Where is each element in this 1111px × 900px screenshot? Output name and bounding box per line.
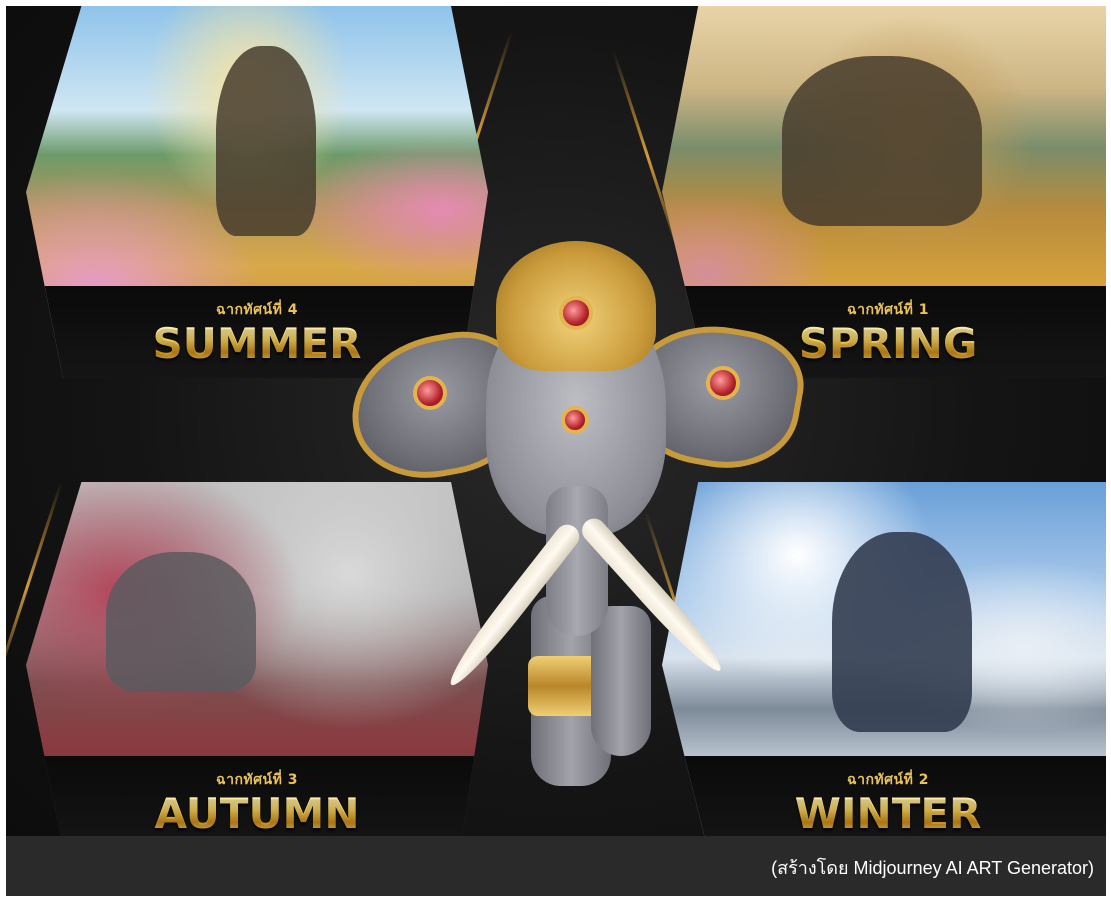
summer-subtitle: ฉากทัศน์ที่ 4 [216,302,298,318]
autumn-subtitle: ฉากทัศน์ที่ 3 [216,772,298,788]
summer-elephant-figure [216,46,316,236]
caption-text: (สร้างโดย Midjourney AI ART Generator) [771,858,1094,878]
back-leg [591,606,651,756]
ear-gem [413,376,447,410]
winter-subtitle: ฉากทัศน์ที่ 2 [847,772,929,788]
forehead-gem [561,406,589,434]
spring-title: SPRING [798,319,978,368]
central-elephant-illustration [340,226,812,786]
winter-title: WINTER [794,789,982,838]
autumn-elephant-figure [106,552,256,692]
crown-gem [559,296,593,330]
spring-subtitle: ฉากทัศน์ที่ 1 [847,302,929,318]
summer-title: SUMMER [152,319,362,368]
ear-gem [706,366,740,400]
autumn-title: AUTUMN [154,789,360,838]
artwork-frame: ฉากทัศน์ที่ 4 SUMMER ฉากทัศน์ที่ 1 SPRIN… [6,6,1106,896]
caption-bar: (สร้างโดย Midjourney AI ART Generator) [6,836,1106,896]
spring-elephant-figure [782,56,982,226]
winter-elephant-figure [832,532,972,732]
